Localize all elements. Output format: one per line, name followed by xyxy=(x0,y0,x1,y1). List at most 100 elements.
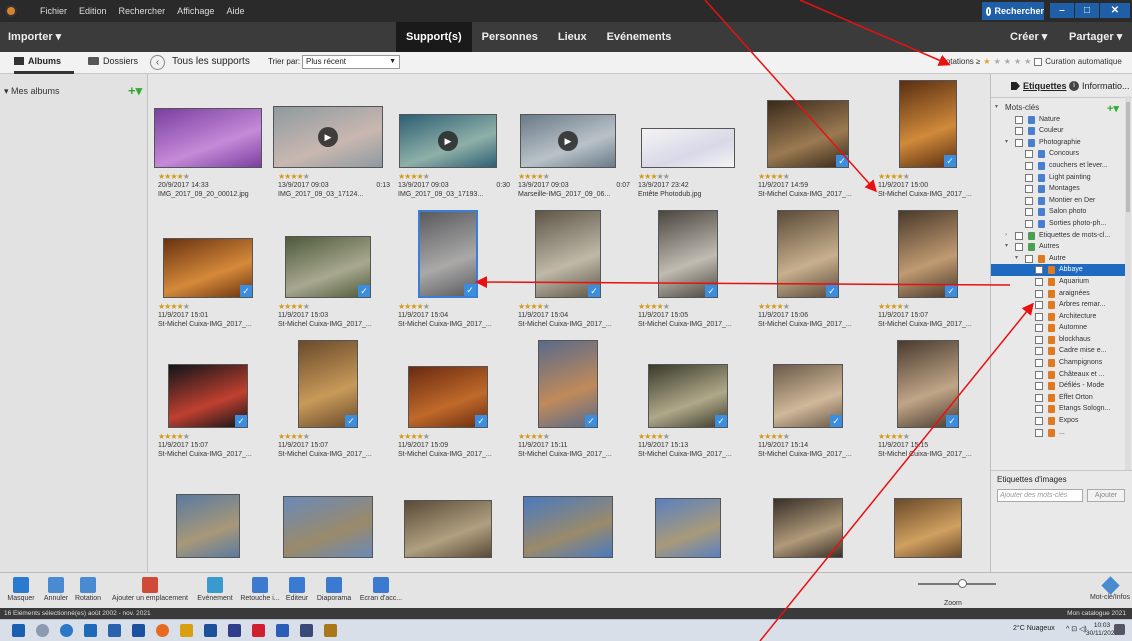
keyword-tree-item[interactable]: Concours xyxy=(991,148,1125,160)
thumbnail-image[interactable]: ✓ xyxy=(168,364,248,428)
thumbnail-image[interactable]: ✓ xyxy=(418,210,478,298)
app-icon-dark[interactable] xyxy=(300,624,313,637)
keyword-tree-item[interactable]: Light painting xyxy=(991,172,1125,184)
add-image-tag-button[interactable]: Ajouter xyxy=(1087,489,1125,502)
thumbnail-image[interactable]: ✓ xyxy=(538,340,598,428)
star-rating[interactable]: ★★★★★ xyxy=(278,432,398,441)
media-thumbnail-cell[interactable]: ✓ ★★★★★ 11/9/2017 15:04 St-Michel Cuixa-IMG… xyxy=(398,210,518,335)
star-rating[interactable]: ★★★★★ xyxy=(878,432,990,441)
rotation-button[interactable]: Rotation xyxy=(70,573,106,609)
keyword-checkbox[interactable] xyxy=(1025,161,1033,170)
expand-toggle-icon[interactable]: › xyxy=(1005,230,1007,242)
keyword-tree-item[interactable]: Expos xyxy=(991,415,1125,427)
diaporama-button[interactable]: Diaporama xyxy=(314,573,354,609)
star-rating[interactable]: ★★★★★ xyxy=(278,302,398,311)
play-icon[interactable]: ▶ xyxy=(438,131,458,151)
media-thumbnail-cell[interactable] xyxy=(638,470,758,572)
keyword-tree-item[interactable]: Champignons xyxy=(991,357,1125,369)
rating-star-4[interactable]: ★ xyxy=(1014,57,1021,66)
media-thumbnail-cell[interactable]: ✓ ★★★★★ 11/9/2017 14:59 St-Michel Cuixa-IMG… xyxy=(758,80,878,205)
star-rating[interactable]: ★★★★★ xyxy=(398,172,518,181)
checkmark-icon[interactable]: ✓ xyxy=(235,415,247,427)
media-thumbnail-cell[interactable]: ★★★★★ 20/9/2017 14:33 IMG_2017_09_20_00012… xyxy=(154,80,278,205)
media-thumbnail-cell[interactable]: ✓ ★★★★★ 11/9/2017 15:03 St-Michel Cuixa-IMG… xyxy=(278,210,398,335)
checkmark-icon[interactable]: ✓ xyxy=(944,155,956,167)
tree-scrollbar-thumb[interactable] xyxy=(1126,102,1130,212)
annuler-button[interactable]: Annuler xyxy=(42,573,70,609)
photoshop-elements-icon[interactable] xyxy=(324,624,337,637)
tab-information[interactable]: i Informatio... xyxy=(1069,81,1130,91)
checkmark-icon[interactable]: ✓ xyxy=(945,285,957,297)
media-thumbnail-cell[interactable] xyxy=(758,470,878,572)
keyword-checkbox[interactable] xyxy=(1035,335,1043,344)
media-thumbnail-cell[interactable]: ✓ ★★★★★ 11/9/2017 15:01 St-Michel Cuixa-IMG… xyxy=(158,210,278,335)
windows-start-icon[interactable] xyxy=(12,624,25,637)
checkmark-icon[interactable]: ✓ xyxy=(585,415,597,427)
media-thumbnail-cell[interactable] xyxy=(158,470,278,572)
tab-places[interactable]: Lieux xyxy=(548,22,597,52)
media-thumbnail-cell[interactable] xyxy=(878,470,990,572)
keyword-tree-item[interactable]: Aquarium xyxy=(991,276,1125,288)
tray-icons[interactable]: ^ ⊡ ◁) xyxy=(1066,625,1087,633)
thumbnail-image[interactable]: ▶ xyxy=(520,114,616,168)
keyword-tree-item[interactable]: araignées xyxy=(991,288,1125,300)
keyword-tree-item[interactable]: Automne xyxy=(991,322,1125,334)
thumbnail-image[interactable] xyxy=(404,500,492,558)
share-button[interactable]: Partager ▾ xyxy=(1069,30,1122,43)
vpn-shield-icon[interactable] xyxy=(252,624,265,637)
star-rating[interactable]: ★★★★★ xyxy=(758,302,878,311)
keyword-tree-item[interactable]: ▾ Autre xyxy=(991,253,1125,265)
thumbnail-image[interactable]: ✓ xyxy=(767,100,849,168)
expand-toggle-icon[interactable]: ▾ xyxy=(1015,253,1018,265)
word-icon[interactable] xyxy=(276,624,289,637)
menu-edit[interactable]: Edition xyxy=(73,6,113,16)
zoom-slider-handle[interactable] xyxy=(958,579,967,588)
weather-widget[interactable]: 2°C Nuageux xyxy=(1013,625,1055,632)
keyword-checkbox[interactable] xyxy=(1035,382,1043,391)
keyword-checkbox[interactable] xyxy=(1025,208,1033,217)
thumbnail-image[interactable] xyxy=(894,498,962,558)
firefox-icon[interactable] xyxy=(156,624,169,637)
retouche-i-button[interactable]: Retouche i... xyxy=(240,573,280,609)
star-rating[interactable]: ★★★★★ xyxy=(758,172,878,181)
media-thumbnail-cell[interactable]: ★★★★★ 13/9/2017 23:42 Entête Photodub.jpg xyxy=(638,80,758,205)
keyword-checkbox[interactable] xyxy=(1035,301,1043,310)
media-thumbnail-cell[interactable]: ✓ ★★★★★ 11/9/2017 15:09 St-Michel Cuixa-IMG… xyxy=(398,340,518,465)
thumbnail-image[interactable]: ✓ xyxy=(285,236,371,298)
zoom-slider[interactable] xyxy=(918,579,996,588)
keyword-checkbox[interactable] xyxy=(1035,347,1043,356)
media-thumbnail-cell[interactable]: ▶ ★★★★★ 13/9/2017 09:03 Marseille-IMG_2017_… xyxy=(518,80,638,205)
keyword-tree-item[interactable]: Montages xyxy=(991,183,1125,195)
close-button[interactable]: ✕ xyxy=(1100,3,1130,18)
thumbnail-image[interactable]: ▶ xyxy=(273,106,383,168)
keyword-tree-item[interactable]: ... xyxy=(991,427,1125,439)
search-button[interactable]: Rechercher xyxy=(982,2,1044,20)
photos-app-icon[interactable] xyxy=(180,624,193,637)
keyword-checkbox[interactable] xyxy=(1015,231,1023,240)
keyword-checkbox[interactable] xyxy=(1035,370,1043,379)
keyword-checkbox[interactable] xyxy=(1025,185,1033,194)
keyword-tree-item[interactable]: Arbres remar... xyxy=(991,299,1125,311)
keyword-tree-item[interactable]: Nature xyxy=(991,114,1125,126)
keyword-tree-item[interactable]: Couleur xyxy=(991,125,1125,137)
media-thumbnail-cell[interactable]: ✓ ★★★★★ 11/9/2017 15:15 St-Michel Cuixa-IMG… xyxy=(878,340,990,465)
star-rating[interactable]: ★★★★★ xyxy=(158,302,278,311)
star-rating[interactable]: ★★★★★ xyxy=(518,302,638,311)
keyword-checkbox[interactable] xyxy=(1015,243,1023,252)
menu-file[interactable]: Fichier xyxy=(34,6,73,16)
minimize-button[interactable]: – xyxy=(1050,3,1074,18)
thumbnail-image[interactable]: ✓ xyxy=(777,210,839,298)
thumbnail-image[interactable] xyxy=(523,496,613,558)
keyword-tree-item[interactable]: ▾ Autres xyxy=(991,241,1125,253)
rating-star-2[interactable]: ★ xyxy=(994,57,1001,66)
store-icon[interactable] xyxy=(108,624,121,637)
play-icon[interactable]: ▶ xyxy=(558,131,578,151)
play-icon[interactable]: ▶ xyxy=(318,127,338,147)
thumbnail-image[interactable] xyxy=(176,494,240,558)
keyword-tree-item[interactable]: ▾ Photographie xyxy=(991,137,1125,149)
checkmark-icon[interactable]: ✓ xyxy=(358,285,370,297)
tab-media[interactable]: Support(s) xyxy=(396,22,472,52)
maximize-button[interactable]: □ xyxy=(1075,3,1099,18)
checkmark-icon[interactable]: ✓ xyxy=(475,415,487,427)
keyword-tree-item[interactable]: Etangs Sologn... xyxy=(991,403,1125,415)
